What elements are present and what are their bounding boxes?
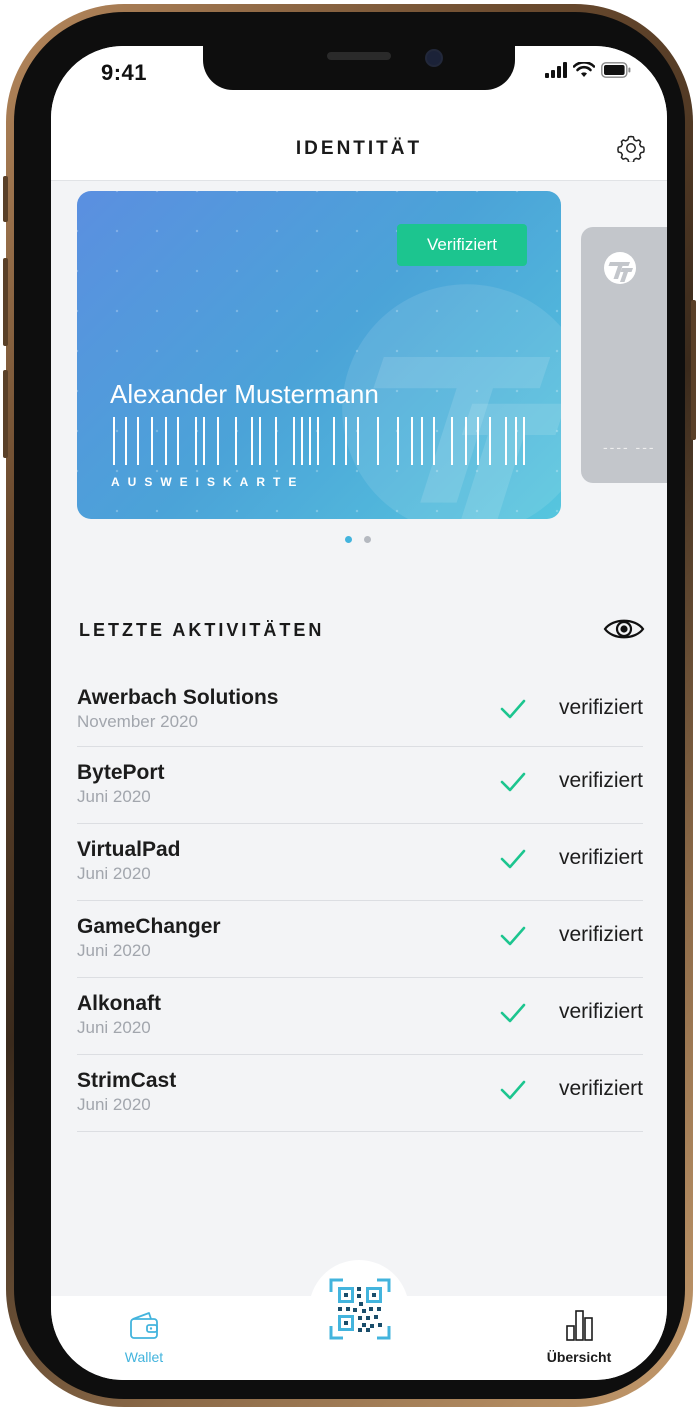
activity-date: November 2020 [77,712,198,731]
wallet-icon [130,1312,158,1339]
activity-status: verifiziert [558,923,643,946]
activity-status: verifiziert [558,846,643,869]
activity-row[interactable]: BytePort Juni 2020 verifiziert [77,747,643,824]
pager-dot-active[interactable] [345,536,352,543]
activity-date: Juni 2020 [77,941,151,960]
eye-icon[interactable] [603,616,645,642]
front-camera [425,49,443,67]
checkmark-icon [500,926,526,946]
activity-row[interactable]: Alkonaft Juni 2020 verifiziert [77,978,643,1055]
checkmark-icon [500,849,526,869]
activities-title: LETZTE AKTIVITÄTEN [79,620,325,640]
card-pager [345,536,371,543]
scan-qr-button[interactable] [309,1260,409,1360]
activity-row[interactable]: StrimCast Juni 2020 verifiziert [77,1055,643,1132]
activity-date: Juni 2020 [77,787,151,806]
checkmark-icon [500,772,526,792]
checkmark-icon [500,699,526,719]
activity-company: Awerbach Solutions [77,686,279,709]
side-button-mute [3,176,8,222]
status-time: 9:41 [101,60,148,85]
phone-screen: 9:41 IDENTITÄT Verifiziert Alexander Mus… [51,46,667,1380]
page-title: IDENTITÄT [295,138,423,159]
activity-list: Awerbach Solutions November 2020 verifiz… [77,674,643,1132]
activity-date: Juni 2020 [77,1095,151,1114]
brand-logo-icon [604,252,636,284]
activity-status: verifiziert [558,696,643,719]
wifi-icon [573,62,595,77]
tab-wallet-label: Wallet [124,1349,164,1365]
tab-overview[interactable]: Übersicht [529,1308,629,1370]
bar-chart-icon [566,1310,593,1341]
qr-code-icon [329,1278,391,1340]
activity-date: Juni 2020 [77,1018,151,1037]
activity-company: VirtualPad [77,838,181,861]
activity-company: Alkonaft [77,992,161,1015]
activity-company: GameChanger [77,915,221,938]
activity-status: verifiziert [558,769,643,792]
activity-status: verifiziert [558,1000,643,1023]
identity-card[interactable]: Verifiziert Alexander Mustermann AUSWEIS… [77,191,561,519]
card-number-placeholder: ---- --- [603,439,656,455]
side-button-volume-up [3,258,8,346]
activity-company: BytePort [77,761,165,784]
activity-row[interactable]: GameChanger Juni 2020 verifiziert [77,901,643,978]
speaker-grille [327,52,391,60]
signal-icon [545,62,567,78]
second-card[interactable]: ---- --- [581,227,667,483]
gear-icon[interactable] [617,134,645,162]
activity-date: Juni 2020 [77,864,151,883]
status-icons [545,60,631,80]
tab-wallet[interactable]: Wallet [109,1308,179,1370]
notch [203,46,515,90]
checkmark-icon [500,1080,526,1100]
activity-row[interactable]: VirtualPad Juni 2020 verifiziert [77,824,643,901]
activity-row[interactable]: Awerbach Solutions November 2020 verifiz… [77,674,643,747]
tab-overview-label: Übersicht [546,1349,612,1365]
activity-company: StrimCast [77,1069,177,1092]
card-type-label: AUSWEISKARTE [111,475,305,489]
pager-dot[interactable] [364,536,371,543]
side-button-power [691,300,696,440]
side-button-volume-down [3,370,8,458]
barcode-icon [113,417,525,465]
battery-icon [601,62,631,78]
verified-badge: Verifiziert [397,224,527,266]
card-holder-name: Alexander Mustermann [110,379,379,409]
checkmark-icon [500,1003,526,1023]
activity-status: verifiziert [558,1077,643,1100]
